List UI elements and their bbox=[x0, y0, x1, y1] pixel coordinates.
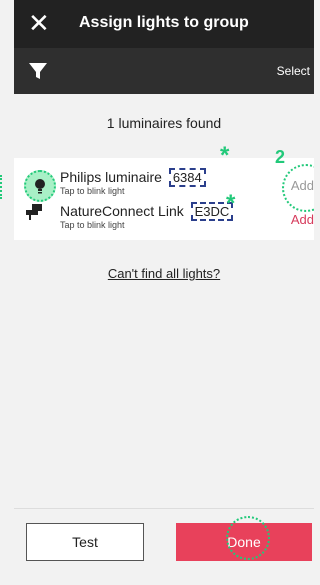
annotation-asterisk: * bbox=[220, 142, 230, 169]
luminaire-name: NatureConnect Link E3DC bbox=[60, 202, 234, 221]
link-device-icon bbox=[26, 204, 42, 220]
toolbar: Select bbox=[14, 48, 314, 94]
page-title: Assign lights to group bbox=[79, 14, 249, 31]
bulb-icon bbox=[24, 170, 56, 202]
luminaire-list: Philips luminaire 6384 Tap to blink ligh… bbox=[14, 158, 314, 240]
luminaires-found-text: 1 luminaires found bbox=[106, 115, 222, 131]
filter-icon[interactable] bbox=[28, 61, 48, 81]
blink-hint: Tap to blink light bbox=[60, 186, 125, 196]
close-icon[interactable]: ✕ bbox=[28, 8, 50, 38]
select-button[interactable]: Select bbox=[277, 64, 310, 78]
bottom-bar: Test Done bbox=[14, 508, 314, 585]
luminaire-code: 6384 bbox=[168, 168, 206, 187]
annotation-circle-done bbox=[226, 516, 270, 560]
app-screen: ✕ Assign lights to group Select 1 lumina… bbox=[14, 0, 314, 585]
blink-hint: Tap to blink light bbox=[60, 220, 125, 230]
test-button[interactable]: Test bbox=[26, 523, 144, 561]
annotation-step-number: 2 bbox=[275, 147, 286, 167]
luminaire-name: Philips luminaire 6384 bbox=[60, 168, 206, 187]
add-button[interactable]: Add bbox=[291, 212, 314, 227]
top-bar: ✕ Assign lights to group bbox=[14, 0, 314, 48]
cant-find-lights-link[interactable]: Can't find all lights? bbox=[14, 266, 314, 281]
annotation-asterisk: * bbox=[226, 190, 236, 217]
